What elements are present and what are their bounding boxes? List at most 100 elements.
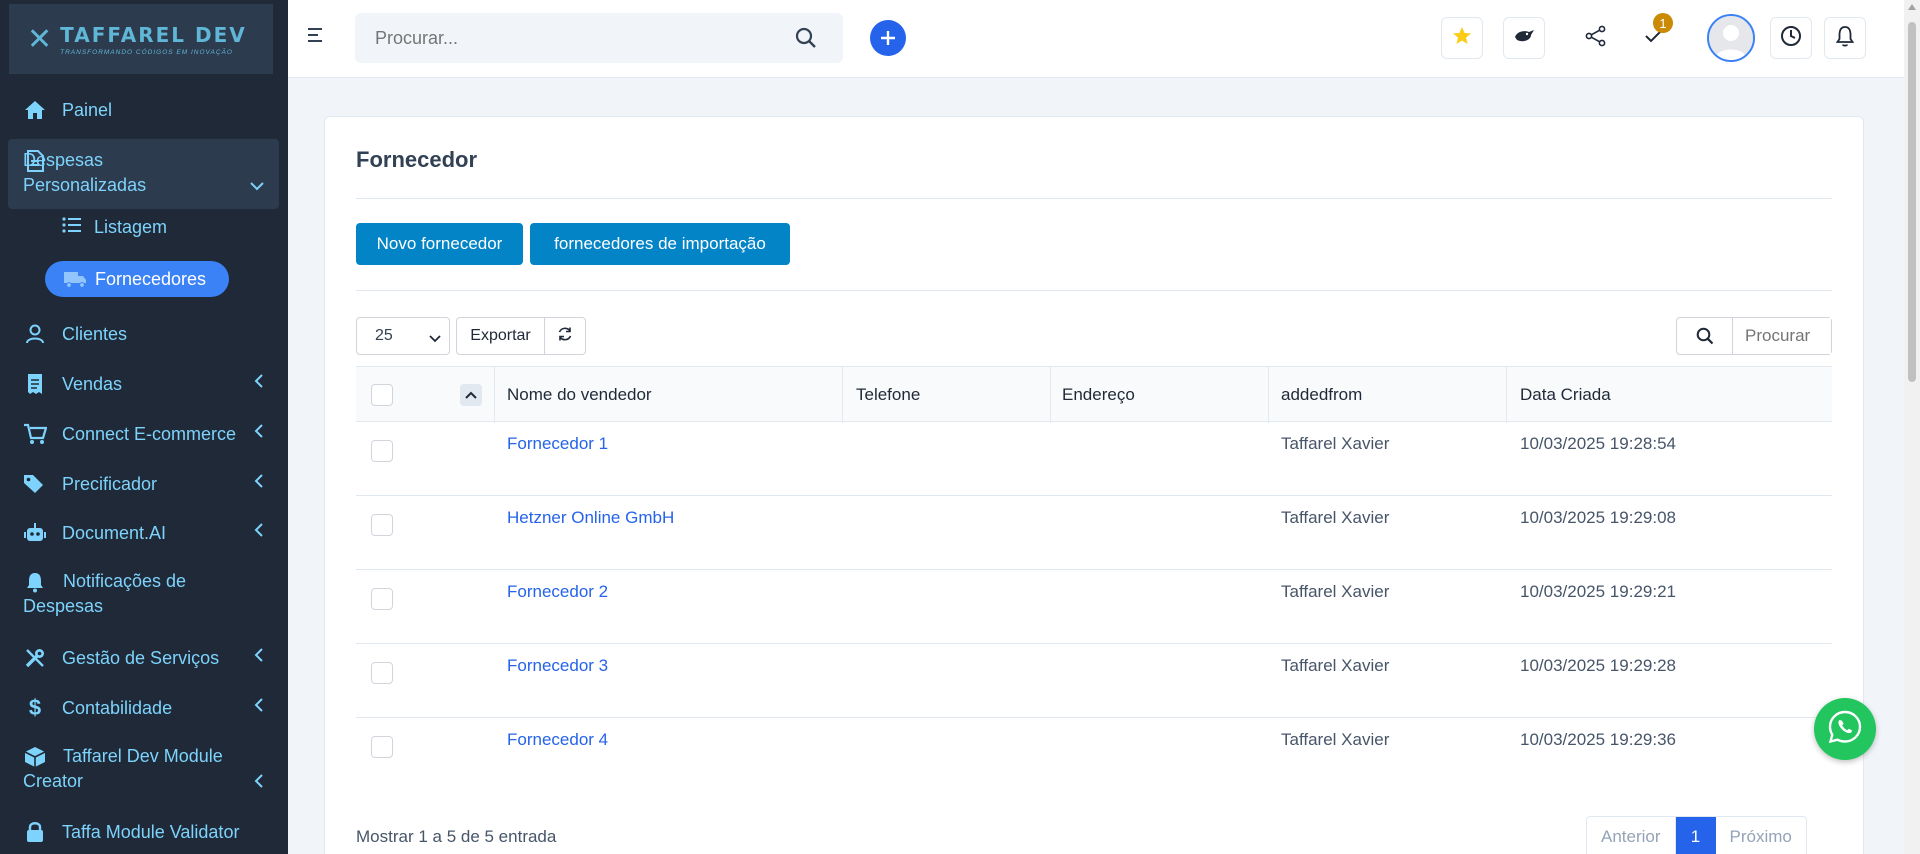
row-checkbox[interactable] <box>371 514 393 536</box>
sidebar-item-label: Precificador <box>62 473 158 494</box>
sidebar-item-label: Connect E-commerce <box>62 423 237 444</box>
user-icon <box>22 321 48 347</box>
sidebar-item-module-validator[interactable]: Taffa Module Validator <box>0 818 288 846</box>
row-checkbox[interactable] <box>371 440 393 462</box>
brand-tagline: TRANSFORMANDO CÓDIGOS EM INOVAÇÃO <box>60 48 233 56</box>
select-all-checkbox[interactable] <box>371 367 393 423</box>
notifications-button[interactable] <box>1824 17 1866 59</box>
clock-icon <box>1780 25 1802 52</box>
sidebar-item-gestao-servicos[interactable]: Gestão de Serviços <box>0 644 288 672</box>
vendor-added-from: Taffarel Xavier <box>1281 508 1390 527</box>
chevron-left-icon <box>254 374 264 393</box>
sidebar-item-label: Taffarel Dev Module Creator <box>23 746 223 791</box>
chevron-left-icon <box>254 424 264 443</box>
tools-icon <box>22 645 48 671</box>
timer-button[interactable] <box>1770 17 1812 59</box>
share-button[interactable] <box>1575 17 1617 59</box>
sort-toggle-button[interactable] <box>460 367 482 423</box>
vendor-name-link[interactable]: Fornecedor 4 <box>507 730 608 750</box>
vendor-added-from: Taffarel Xavier <box>1281 434 1390 453</box>
column-header-vendor-name[interactable]: Nome do vendedor <box>507 367 652 423</box>
sidebar-item-painel[interactable]: Painel <box>0 96 288 124</box>
sidebar-item-clientes[interactable]: Clientes <box>0 320 288 348</box>
vendor-date-created: 10/03/2025 19:29:08 <box>1520 508 1676 527</box>
whatsapp-button[interactable] <box>1814 698 1876 760</box>
column-divider <box>494 367 495 423</box>
divider <box>356 290 1832 291</box>
sidebar-item-notificacoes-despesas[interactable]: Notificações de Despesas <box>0 569 288 621</box>
global-search-input[interactable] <box>355 13 843 63</box>
column-header-phone[interactable]: Telefone <box>856 367 920 423</box>
star-icon <box>1452 26 1472 51</box>
vendor-date-created: 10/03/2025 19:29:21 <box>1520 582 1676 601</box>
export-button[interactable]: Exportar <box>457 318 545 354</box>
page-scrollbar[interactable] <box>1904 0 1920 854</box>
robot-icon <box>22 520 48 546</box>
vendor-name-link[interactable]: Fornecedor 3 <box>507 656 608 676</box>
vendor-added-from: Taffarel Xavier <box>1281 730 1390 749</box>
vendor-name-link[interactable]: Fornecedor 1 <box>507 434 608 454</box>
pagination-next[interactable]: Próximo <box>1716 817 1806 854</box>
chevron-down-icon <box>250 178 264 196</box>
scroll-up-icon[interactable] <box>1908 4 1916 10</box>
sidebar-item-label: Taffa Module Validator <box>62 821 240 842</box>
menu-toggle-icon[interactable] <box>308 28 326 46</box>
user-avatar[interactable] <box>1707 14 1755 62</box>
table-actions: Exportar <box>456 317 586 355</box>
column-header-added-from[interactable]: addedfrom <box>1281 367 1362 423</box>
vendor-name-link[interactable]: Hetzner Online GmbH <box>507 508 674 528</box>
row-checkbox[interactable] <box>371 662 393 684</box>
sidebar-item-label: Painel <box>62 99 113 120</box>
table-search-input[interactable] <box>1733 318 1831 354</box>
global-search <box>355 13 843 63</box>
sidebar-item-vendas[interactable]: Vendas <box>0 370 288 398</box>
vendor-date-created: 10/03/2025 19:28:54 <box>1520 434 1676 453</box>
scrollbar-thumb[interactable] <box>1908 22 1916 382</box>
page-size-value: 25 <box>375 327 393 344</box>
vendor-name-link[interactable]: Fornecedor 2 <box>507 582 608 602</box>
chevron-left-icon <box>254 523 264 542</box>
sidebar-subitem-fornecedores[interactable]: Fornecedores <box>45 261 229 297</box>
whatsapp-icon <box>1827 709 1863 750</box>
plugin-button[interactable] <box>1503 17 1545 59</box>
sidebar-item-label: Contabilidade <box>62 697 173 718</box>
sidebar-subitem-listagem[interactable]: Listagem <box>62 216 167 239</box>
quick-add-button[interactable] <box>870 20 906 56</box>
column-divider <box>1268 367 1269 423</box>
table-info: Mostrar 1 a 5 de 5 entrada <box>356 827 557 846</box>
row-checkbox[interactable] <box>371 736 393 758</box>
vendors-card: Fornecedor Novo fornecedor fornecedores … <box>324 116 1864 854</box>
page-size-select[interactable]: 25 <box>356 317 450 355</box>
table-row: Fornecedor 3 Taffarel Xavier 10/03/2025 … <box>356 644 1832 718</box>
sidebar-item-module-creator[interactable]: Taffarel Dev Module Creator <box>0 744 288 796</box>
favorites-button[interactable] <box>1441 17 1483 59</box>
refresh-button[interactable] <box>545 318 585 354</box>
column-header-address[interactable]: Endereço <box>1062 367 1135 423</box>
pagination-page[interactable]: 1 <box>1675 817 1716 854</box>
vendor-added-from: Taffarel Xavier <box>1281 582 1390 601</box>
sidebar: ✕ TAFFAREL DEV TRANSFORMANDO CÓDIGOS EM … <box>0 0 288 854</box>
todo-button[interactable]: 1 <box>1633 13 1675 59</box>
pagination: Anterior 1 Próximo <box>1586 816 1807 854</box>
new-vendor-button[interactable]: Novo fornecedor <box>356 223 523 265</box>
import-vendors-button[interactable]: fornecedores de importação <box>530 223 790 265</box>
row-checkbox[interactable] <box>371 588 393 610</box>
search-icon[interactable] <box>795 27 817 54</box>
sidebar-item-precificador[interactable]: Precificador <box>0 470 288 498</box>
sidebar-item-contabilidade[interactable]: $ Contabilidade <box>0 694 288 722</box>
page-title: Fornecedor <box>356 147 478 172</box>
sidebar-item-connect-ecommerce[interactable]: Connect E-commerce <box>0 420 288 448</box>
sidebar-item-document-ai[interactable]: Document.AI <box>0 519 288 547</box>
chevron-left-icon <box>254 474 264 493</box>
pagination-prev[interactable]: Anterior <box>1587 817 1676 854</box>
brand-logo[interactable]: ✕ TAFFAREL DEV TRANSFORMANDO CÓDIGOS EM … <box>9 4 273 74</box>
vendor-date-created: 10/03/2025 19:29:36 <box>1520 730 1676 749</box>
refresh-icon <box>557 326 573 347</box>
sidebar-item-despesas-personalizadas[interactable]: Despesas Personalizadas <box>0 148 288 202</box>
bell-icon <box>1835 25 1855 52</box>
table-row: Fornecedor 2 Taffarel Xavier 10/03/2025 … <box>356 570 1832 644</box>
receipt-icon <box>22 371 48 397</box>
sidebar-item-label: Vendas <box>62 373 123 394</box>
column-header-date-created[interactable]: Data Criada <box>1520 367 1611 423</box>
sidebar-item-label: Despesas Personalizadas <box>23 150 147 195</box>
